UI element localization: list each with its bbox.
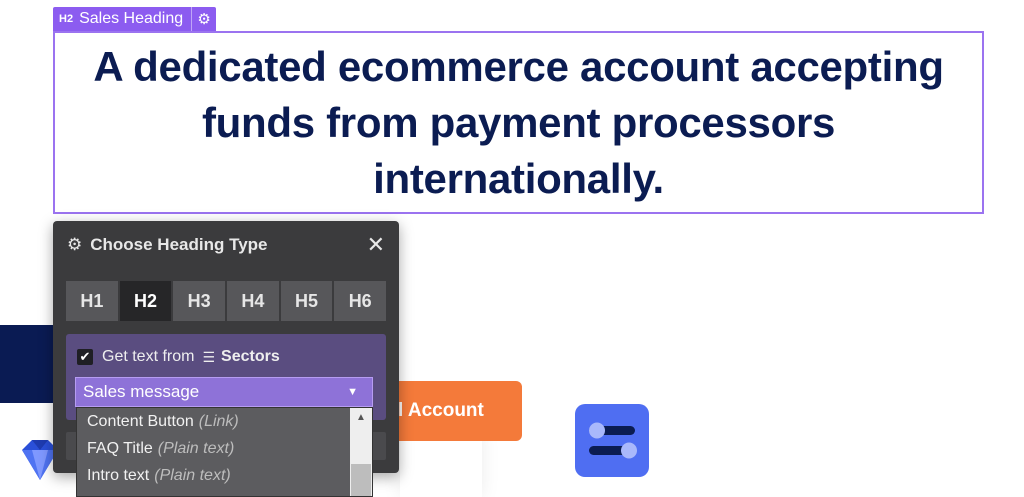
element-name-label: Sales Heading [79,10,184,27]
tab-h1[interactable]: H1 [66,281,118,321]
open-account-button[interactable]: l Account [380,381,522,441]
get-text-from-checkbox[interactable]: ✔ [77,349,93,365]
open-account-button-label: l Account [398,400,484,421]
collection-name: Sectors [221,348,280,365]
sales-heading-text: A dedicated ecommerce account accepting … [93,42,944,202]
option-type: (Plain text) [157,439,235,457]
gear-icon[interactable]: ⚙ [191,7,216,31]
option-name: FAQ Title [87,439,153,457]
option-type: (Plain text) [154,466,231,484]
panel-header: ⚙ Choose Heading Type ✕ [53,221,399,269]
element-selection-tag[interactable]: H2 Sales Heading ⚙ [53,7,217,31]
close-icon[interactable]: ✕ [367,232,385,258]
get-text-from-label: Get text from [102,348,195,365]
tab-h3[interactable]: H3 [173,281,226,321]
option-name: Intro text [87,466,150,484]
navy-banner-block [0,325,60,403]
scroll-thumb[interactable] [351,464,371,496]
field-options-list[interactable]: Content Button (Link) FAQ Title (Plain t… [76,407,373,497]
list-item[interactable]: Intro text (Plain text) [77,462,372,489]
list-item[interactable]: Content Button (Link) [77,408,372,435]
get-text-from-row: ✔ Get text from ☰ Sectors [77,348,280,366]
option-type: (Link) [198,412,239,430]
scroll-up-icon[interactable]: ▲ [350,412,372,423]
database-icon: ☰ [202,348,216,365]
gear-icon: ⚙ [67,235,83,254]
tab-h2[interactable]: H2 [119,281,172,321]
heading-level-badge: H2 [59,13,74,25]
list-scrollbar[interactable]: ▲ [350,408,372,496]
tab-h6[interactable]: H6 [334,281,387,321]
heading-level-tabs: H1 H2 H3 H4 H5 H6 [66,281,387,321]
selected-heading-element[interactable]: A dedicated ecommerce account accepting … [53,31,984,214]
list-item[interactable]: FAQ Title (Plain text) [77,435,372,462]
chevron-down-icon: ▼ [347,386,358,398]
tab-h5[interactable]: H5 [280,281,333,321]
field-select[interactable]: Sales message ▼ [75,377,373,407]
field-select-value: Sales message [83,382,200,401]
settings-feature-icon [575,404,649,477]
panel-title: Choose Heading Type [90,235,268,254]
tab-h4[interactable]: H4 [227,281,279,321]
option-name: Content Button [87,412,194,430]
